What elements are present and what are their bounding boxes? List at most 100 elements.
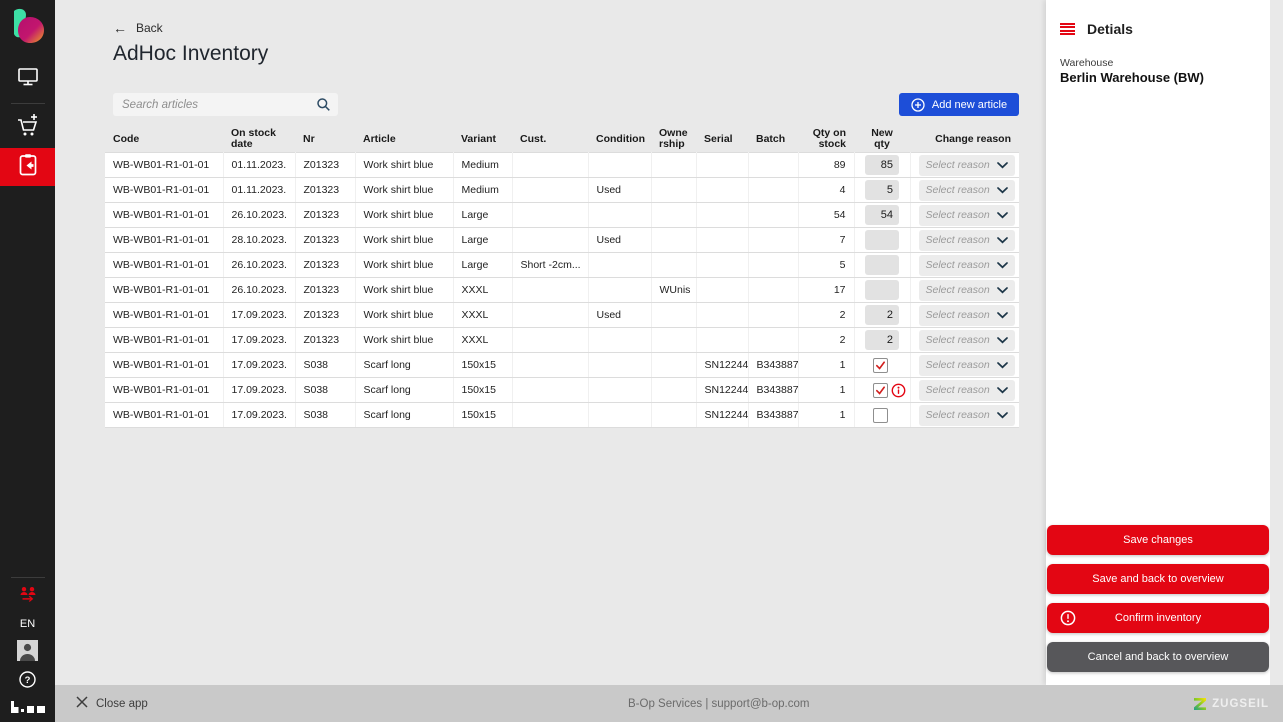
change-reason-select[interactable]: Select reason [919,255,1015,276]
change-reason-select[interactable]: Select reason [919,180,1015,201]
table-header-row: CodeOn stock dateNrArticleVariantCust.Co… [105,126,1019,153]
add-new-article-button[interactable]: Add new article [899,93,1019,116]
change-reason-select[interactable]: Select reason [919,330,1015,351]
inventory-table: CodeOn stock dateNrArticleVariantCust.Co… [105,126,1019,428]
cell-change-reason: Select reason [910,178,1019,203]
cell-article: Scarf long [355,378,453,403]
cell-qty: 1 [798,403,854,428]
cell-batch: B343887 [748,353,798,378]
cell-variant: XXXL [453,278,512,303]
close-app-button[interactable]: Close app [76,696,148,711]
cell-code: WB-WB01-R1-01-01 [105,228,223,253]
column-header-nr: Nr [295,126,355,153]
cell-cust [512,378,588,403]
svg-text:?: ? [25,675,31,686]
new-qty-input[interactable] [865,180,899,200]
change-reason-select[interactable]: Select reason [919,205,1015,226]
change-reason-select[interactable]: Select reason [919,380,1015,401]
cell-date: 26.10.2023. [223,253,295,278]
button-label: Cancel and back to overview [1088,651,1229,663]
sidebar-item-cart[interactable] [0,108,55,148]
new-qty-input[interactable] [865,205,899,225]
cancel-and-back-to-overview-button[interactable]: Cancel and back to overview [1047,642,1269,672]
column-header-ownership: Ownership [651,126,696,153]
new-qty-input[interactable] [865,305,899,325]
cell-qty: 54 [798,203,854,228]
sidebar-item-help[interactable]: ? [0,668,55,696]
chevron-down-icon [997,237,1008,244]
cell-date: 17.09.2023. [223,353,295,378]
cell-serial [696,153,748,178]
sidebar-item-inventory[interactable] [0,148,55,186]
cell-ownership [651,328,696,353]
cell-variant: Large [453,228,512,253]
cell-serial [696,328,748,353]
serial-checkbox[interactable] [873,408,888,423]
cell-serial: SN122447 [696,403,748,428]
cell-nr: Z01323 [295,228,355,253]
serial-checkbox[interactable] [873,383,888,398]
cell-change-reason: Select reason [910,303,1019,328]
search-icon[interactable] [316,97,331,112]
cell-new-qty [854,303,910,328]
cell-ownership [651,228,696,253]
cell-article: Work shirt blue [355,228,453,253]
cell-new-qty [854,203,910,228]
confirm-inventory-button[interactable]: Confirm inventory [1047,603,1269,633]
change-reason-select[interactable]: Select reason [919,305,1015,326]
cell-variant: XXXL [453,328,512,353]
cell-new-qty [854,353,910,378]
cell-cust: Short -2cm... [512,253,588,278]
save-and-back-to-overview-button[interactable]: Save and back to overview [1047,564,1269,594]
cell-cust [512,228,588,253]
cell-code: WB-WB01-R1-01-01 [105,328,223,353]
search-input[interactable] [113,99,316,111]
new-qty-input[interactable] [865,255,899,275]
support-text: B-Op Services | support@b-op.com [628,698,809,710]
column-header-on-stock-date: On stock date [223,126,295,153]
new-qty-input[interactable] [865,280,899,300]
back-button[interactable]: ← Back [113,21,163,35]
cell-article: Work shirt blue [355,178,453,203]
cell-serial [696,253,748,278]
cell-code: WB-WB01-R1-01-01 [105,278,223,303]
sidebar-item-monitor[interactable] [0,59,55,99]
cell-serial [696,303,748,328]
cell-batch: B343887 [748,403,798,428]
cell-serial [696,228,748,253]
cell-serial [696,178,748,203]
sidebar-bottom: EN ? [0,573,55,722]
change-reason-select[interactable]: Select reason [919,355,1015,376]
warning-info-icon[interactable] [891,383,906,398]
chevron-down-icon [997,337,1008,344]
cell-serial [696,278,748,303]
sidebar-item-team[interactable] [0,582,55,612]
menu-icon[interactable] [1060,23,1075,36]
cell-ownership [651,353,696,378]
cell-code: WB-WB01-R1-01-01 [105,353,223,378]
cell-cust [512,278,588,303]
cell-batch [748,328,798,353]
cell-variant: Large [453,203,512,228]
cell-qty: 2 [798,328,854,353]
sidebar-item-profile[interactable] [0,638,55,668]
column-header-change-reason: Change reason [910,126,1019,153]
change-reason-select[interactable]: Select reason [919,230,1015,251]
save-changes-button[interactable]: Save changes [1047,525,1269,555]
plus-circle-icon [911,98,925,112]
cell-condition [588,253,651,278]
language-indicator[interactable]: EN [20,618,35,630]
cell-serial [696,203,748,228]
cell-article: Work shirt blue [355,303,453,328]
cell-condition: Used [588,303,651,328]
new-qty-input[interactable] [865,155,899,175]
cell-change-reason: Select reason [910,203,1019,228]
new-qty-input[interactable] [865,230,899,250]
change-reason-select[interactable]: Select reason [919,155,1015,176]
serial-checkbox[interactable] [873,358,888,373]
change-reason-select[interactable]: Select reason [919,405,1015,426]
new-qty-input[interactable] [865,330,899,350]
change-reason-select[interactable]: Select reason [919,280,1015,301]
cell-change-reason: Select reason [910,403,1019,428]
cell-article: Scarf long [355,353,453,378]
